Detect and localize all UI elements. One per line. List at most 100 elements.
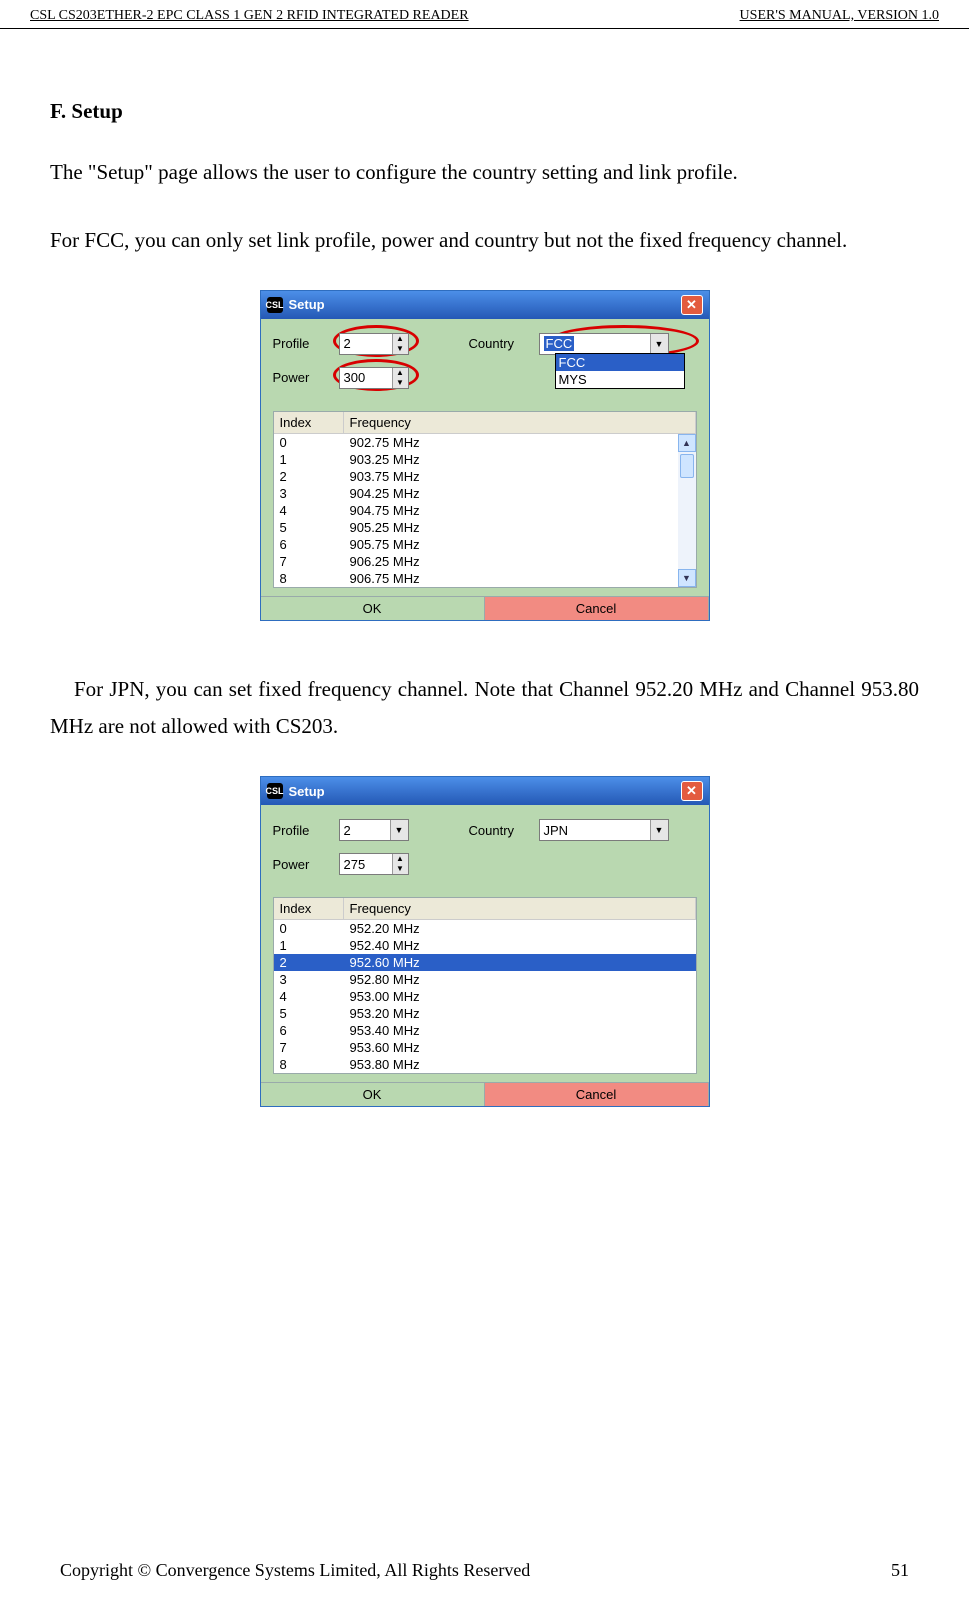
country-dropdown[interactable]: FCC MYS <box>555 353 685 389</box>
table-row[interactable]: 3904.25 MHz <box>274 485 696 502</box>
cell-index: 0 <box>274 434 344 451</box>
cell-index: 1 <box>274 451 344 468</box>
scroll-thumb[interactable] <box>680 454 694 478</box>
power-value: 300 <box>344 370 366 385</box>
close-icon[interactable]: ✕ <box>681 295 703 315</box>
chevron-down-icon[interactable]: ▼ <box>393 344 408 354</box>
button-row: OK Cancel <box>261 1082 709 1106</box>
cell-index: 5 <box>274 519 344 536</box>
cell-frequency: 903.75 MHz <box>344 468 696 485</box>
chevron-up-icon[interactable]: ▲ <box>393 334 408 344</box>
power-label: Power <box>273 370 339 385</box>
col-frequency: Frequency <box>344 898 696 919</box>
scroll-down-icon[interactable]: ▼ <box>678 569 696 587</box>
setup-window: CSL Setup ✕ Profile 2 ▼ Country JPN ▼ <box>260 776 710 1107</box>
chevron-down-icon[interactable]: ▼ <box>393 378 408 388</box>
spin-buttons[interactable]: ▲▼ <box>392 334 408 354</box>
table-row[interactable]: 6953.40 MHz <box>274 1022 696 1039</box>
cell-frequency: 953.60 MHz <box>344 1039 696 1056</box>
power-spinner[interactable]: 275 ▲▼ <box>339 853 409 875</box>
cell-index: 2 <box>274 954 344 971</box>
close-icon[interactable]: ✕ <box>681 781 703 801</box>
country-option[interactable]: MYS <box>556 371 684 388</box>
cell-index: 7 <box>274 1039 344 1056</box>
country-value: JPN <box>544 823 569 838</box>
cell-index: 3 <box>274 485 344 502</box>
window-title: Setup <box>289 297 325 312</box>
table-row[interactable]: 1903.25 MHz <box>274 451 696 468</box>
country-combo[interactable]: JPN ▼ <box>539 819 669 841</box>
table-row[interactable]: 0902.75 MHz <box>274 434 696 451</box>
table-row[interactable]: 4904.75 MHz <box>274 502 696 519</box>
cell-frequency: 903.25 MHz <box>344 451 696 468</box>
power-value: 275 <box>344 857 366 872</box>
scrollbar[interactable]: ▲ ▼ <box>678 434 696 587</box>
chevron-down-icon[interactable]: ▼ <box>650 820 668 840</box>
app-icon: CSL <box>267 297 283 313</box>
window-title: Setup <box>289 784 325 799</box>
app-icon: CSL <box>267 783 283 799</box>
cell-index: 1 <box>274 937 344 954</box>
chevron-down-icon[interactable]: ▼ <box>390 820 408 840</box>
table-row[interactable]: 5953.20 MHz <box>274 1005 696 1022</box>
controls-area: Profile 2 ▲▼ Country FCC ▼ FCC MYS <box>261 319 709 411</box>
profile-label: Profile <box>273 336 339 351</box>
cancel-button[interactable]: Cancel <box>485 1083 709 1106</box>
profile-combo[interactable]: 2 ▼ <box>339 819 409 841</box>
chevron-down-icon[interactable]: ▼ <box>393 864 408 874</box>
frequency-table: Index Frequency 0952.20 MHz1952.40 MHz29… <box>273 897 697 1074</box>
cell-index: 4 <box>274 988 344 1005</box>
page-number: 51 <box>891 1560 909 1581</box>
table-row[interactable]: 1952.40 MHz <box>274 937 696 954</box>
cell-frequency: 953.80 MHz <box>344 1056 696 1073</box>
power-row: Power 275 ▲▼ <box>273 853 697 875</box>
chevron-down-icon[interactable]: ▼ <box>650 334 668 354</box>
table-row[interactable]: 8953.80 MHz <box>274 1056 696 1073</box>
table-body: ▲ ▼ 0902.75 MHz1903.25 MHz2903.75 MHz390… <box>274 434 696 587</box>
country-combo[interactable]: FCC ▼ <box>539 333 669 355</box>
table-row[interactable]: 4953.00 MHz <box>274 988 696 1005</box>
country-label: Country <box>469 336 539 351</box>
table-header: Index Frequency <box>274 412 696 434</box>
cell-index: 6 <box>274 536 344 553</box>
cell-frequency: 906.25 MHz <box>344 553 696 570</box>
paragraph-3: For JPN, you can set fixed frequency cha… <box>50 671 919 747</box>
col-index: Index <box>274 412 344 433</box>
power-spinner[interactable]: 300 ▲▼ <box>339 367 409 389</box>
table-header: Index Frequency <box>274 898 696 920</box>
table-row[interactable]: 8906.75 MHz <box>274 570 696 587</box>
table-row[interactable]: 0952.20 MHz <box>274 920 696 937</box>
cell-frequency: 904.75 MHz <box>344 502 696 519</box>
table-row[interactable]: 6905.75 MHz <box>274 536 696 553</box>
table-row[interactable]: 3952.80 MHz <box>274 971 696 988</box>
table-row[interactable]: 7953.60 MHz <box>274 1039 696 1056</box>
table-row[interactable]: 2952.60 MHz <box>274 954 696 971</box>
cell-frequency: 953.20 MHz <box>344 1005 696 1022</box>
cancel-button[interactable]: Cancel <box>485 597 709 620</box>
country-option[interactable]: FCC <box>556 354 684 371</box>
cell-frequency: 952.20 MHz <box>344 920 696 937</box>
ok-button[interactable]: OK <box>261 597 485 620</box>
profile-value: 2 <box>344 336 351 351</box>
screenshot-fcc: CSL Setup ✕ Profile 2 ▲▼ Country FCC <box>50 290 919 621</box>
chevron-up-icon[interactable]: ▲ <box>393 854 408 864</box>
cell-index: 7 <box>274 553 344 570</box>
profile-value: 2 <box>344 823 351 838</box>
spin-buttons[interactable]: ▲▼ <box>392 854 408 874</box>
table-row[interactable]: 7906.25 MHz <box>274 553 696 570</box>
spin-buttons[interactable]: ▲▼ <box>392 368 408 388</box>
cell-index: 8 <box>274 570 344 587</box>
ok-button[interactable]: OK <box>261 1083 485 1106</box>
paragraph-2: For FCC, you can only set link profile, … <box>50 222 919 260</box>
section-heading: F. Setup <box>50 99 919 124</box>
table-row[interactable]: 2903.75 MHz <box>274 468 696 485</box>
chevron-up-icon[interactable]: ▲ <box>393 368 408 378</box>
screenshot-jpn: CSL Setup ✕ Profile 2 ▼ Country JPN ▼ <box>50 776 919 1107</box>
cell-index: 2 <box>274 468 344 485</box>
profile-spinner[interactable]: 2 ▲▼ <box>339 333 409 355</box>
cell-frequency: 953.40 MHz <box>344 1022 696 1039</box>
scroll-track[interactable] <box>678 452 696 569</box>
controls-area: Profile 2 ▼ Country JPN ▼ Power 275 <box>261 805 709 897</box>
table-row[interactable]: 5905.25 MHz <box>274 519 696 536</box>
scroll-up-icon[interactable]: ▲ <box>678 434 696 452</box>
